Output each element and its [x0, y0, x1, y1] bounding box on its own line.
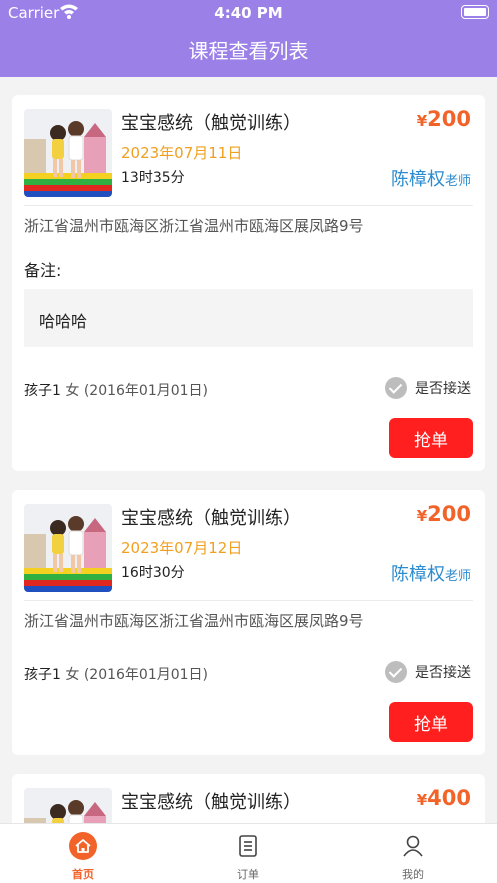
page-title: 课程查看列表: [188, 39, 309, 63]
grab-order-button[interactable]: 抢单: [389, 702, 473, 742]
profile-icon: [403, 835, 423, 857]
pickup-toggle[interactable]: 是否接送: [385, 377, 471, 399]
battery-icon: [461, 5, 489, 19]
check-icon: [385, 661, 407, 683]
orders-icon: [239, 835, 257, 857]
tab-label: 首页: [72, 868, 94, 881]
order-card[interactable]: 宝宝感统（触觉训练） ¥200 2023年07月11日 13时35分 陈樟权老师…: [12, 95, 485, 471]
home-icon: [69, 832, 97, 860]
clock: 4:40 PM: [214, 4, 283, 22]
course-duration: 13时35分: [121, 170, 185, 186]
tab-label: 我的: [402, 868, 424, 881]
nav-bar: 课程查看列表: [0, 26, 497, 77]
remark-label: 备注:: [24, 261, 62, 280]
course-date: 2023年07月12日: [121, 539, 243, 557]
tab-label: 订单: [237, 868, 259, 881]
course-title: 宝宝感统（触觉训练）: [121, 508, 301, 529]
tab-bar: 首页 订单 我的: [0, 823, 497, 883]
tab-home[interactable]: 首页: [23, 824, 143, 883]
course-thumbnail: [24, 788, 112, 823]
course-price: ¥200: [416, 107, 471, 131]
teacher-info: 陈樟权老师: [390, 169, 471, 190]
status-bar: Carrier 4:40 PM: [0, 0, 497, 26]
child-info: 孩子1 女 (2016年01月01日): [24, 667, 209, 683]
teacher-info: 陈樟权老师: [390, 564, 471, 585]
remark-text: 哈哈哈: [39, 312, 88, 331]
tab-profile[interactable]: 我的: [353, 824, 473, 883]
order-card[interactable]: 宝宝感统（触觉训练） ¥200 2023年07月12日 16时30分 陈樟权老师…: [12, 490, 485, 755]
grab-order-button[interactable]: 抢单: [389, 418, 473, 458]
course-thumbnail: [24, 109, 112, 197]
check-icon: [385, 377, 407, 399]
course-thumbnail: [24, 504, 112, 592]
course-date: 2023年07月11日: [121, 144, 243, 162]
child-info: 孩子1 女 (2016年01月01日): [24, 383, 209, 399]
course-price: ¥400: [416, 786, 471, 810]
course-title: 宝宝感统（触觉训练）: [121, 113, 301, 134]
course-price: ¥200: [416, 502, 471, 526]
pickup-toggle[interactable]: 是否接送: [385, 661, 471, 683]
course-title: 宝宝感统（触觉训练）: [121, 792, 301, 813]
course-address: 浙江省温州市瓯海区浙江省温州市瓯海区展凤路9号: [24, 612, 364, 630]
course-duration: 16时30分: [121, 565, 185, 581]
remark-box: 哈哈哈: [24, 289, 473, 347]
order-card[interactable]: 宝宝感统（触觉训练） ¥400: [12, 774, 485, 823]
tab-orders[interactable]: 订单: [188, 824, 308, 883]
course-address: 浙江省温州市瓯海区浙江省温州市瓯海区展凤路9号: [24, 217, 364, 235]
order-list[interactable]: 宝宝感统（触觉训练） ¥200 2023年07月11日 13时35分 陈樟权老师…: [0, 77, 497, 823]
divider: [24, 600, 473, 601]
divider: [24, 205, 473, 206]
